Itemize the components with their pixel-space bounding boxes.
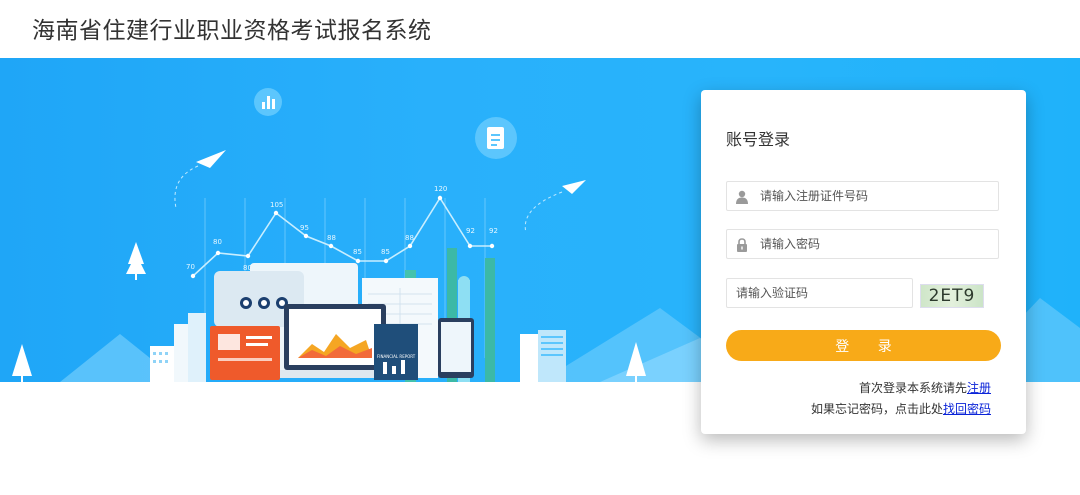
login-button[interactable]: 登 录 [726, 330, 1001, 361]
report-caption: FINANCIAL REPORT [377, 354, 416, 359]
financial-report-booklet: FINANCIAL REPORT [374, 324, 418, 380]
register-prefix: 首次登录本系统请先 [858, 381, 967, 395]
forgot-password-link[interactable]: 找回密码 [943, 402, 991, 416]
chart-label: 120 [434, 185, 447, 193]
captcha-text: 2ET9 [928, 286, 976, 306]
tree-icon [12, 344, 32, 382]
forgot-prefix: 如果忘记密码，点击此处 [810, 402, 943, 416]
login-title: 账号登录 [726, 130, 791, 149]
chart-label: 88 [405, 234, 414, 242]
building-icon [150, 313, 206, 382]
tablet-illustration [210, 326, 280, 380]
id-number-input[interactable] [727, 182, 998, 210]
chart-bubble-icon [254, 88, 282, 116]
captcha-field [726, 278, 913, 308]
login-card: 账号登录 2ET9 登 录 首次登录本系统请先注册 如果忘记密码，点击此处找回密… [701, 90, 1026, 434]
paper-plane-icon [524, 180, 586, 234]
chart-label: 85 [353, 248, 362, 256]
document-bubble-icon [475, 117, 517, 159]
captcha-input[interactable] [727, 279, 912, 307]
forgot-password-tip: 如果忘记密码，点击此处找回密码 [811, 400, 991, 417]
password-field [726, 229, 999, 259]
password-input[interactable] [727, 230, 998, 258]
chart-label: 85 [381, 248, 390, 256]
chart-label: 70 [186, 263, 195, 271]
chart-label: 95 [300, 224, 309, 232]
id-number-field [726, 181, 999, 211]
tree-icon [126, 242, 146, 280]
paper-plane-icon [174, 150, 226, 209]
site-title: 海南省住建行业职业资格考试报名系统 [32, 18, 432, 44]
small-tablet-illustration [438, 318, 474, 378]
chart-label: 92 [489, 227, 498, 235]
chart-label: 92 [466, 227, 475, 235]
register-tip: 首次登录本系统请先注册 [859, 379, 991, 396]
site-header: 海南省住建行业职业资格考试报名系统 [0, 0, 1080, 58]
chart-label: 80 [213, 238, 222, 246]
register-link[interactable]: 注册 [967, 381, 991, 395]
chart-label: 88 [327, 234, 336, 242]
captcha-image[interactable]: 2ET9 [920, 284, 984, 308]
building-icon [520, 330, 566, 382]
chart-label: 105 [270, 201, 283, 209]
